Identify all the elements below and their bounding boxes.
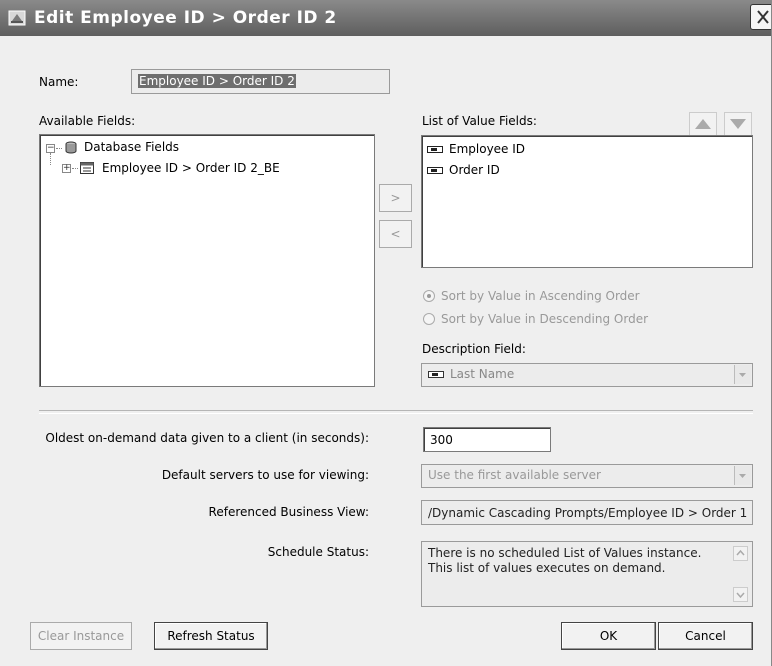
business-view-field[interactable]: /Dynamic Cascading Prompts/Employee ID >… bbox=[421, 500, 753, 525]
schedule-status-field[interactable]: There is no scheduled List of Values ins… bbox=[421, 541, 753, 607]
close-button[interactable] bbox=[750, 4, 771, 30]
schedule-status-label: Schedule Status: bbox=[267, 545, 369, 559]
description-field-select[interactable]: Last Name bbox=[421, 363, 753, 387]
list-item-label: Employee ID bbox=[449, 142, 526, 156]
ok-button[interactable]: OK bbox=[561, 622, 656, 650]
chevron-up-icon bbox=[736, 549, 745, 556]
oldest-data-value: 300 bbox=[430, 433, 453, 447]
tree-item-label: Database Fields bbox=[84, 140, 180, 154]
available-fields-label: Available Fields: bbox=[39, 114, 136, 128]
cancel-button[interactable]: Cancel bbox=[658, 622, 753, 650]
arrow-up-icon bbox=[695, 119, 711, 129]
available-fields-tree[interactable]: − Database Fields + Employee ID > Order … bbox=[39, 134, 375, 387]
table-icon bbox=[80, 162, 94, 174]
scroll-down-button[interactable] bbox=[733, 587, 748, 602]
separator bbox=[39, 410, 753, 414]
title-bar[interactable]: Edit Employee ID > Order ID 2 bbox=[0, 0, 771, 36]
dialog-icon bbox=[8, 10, 26, 26]
default-servers-label: Default servers to use for viewing: bbox=[161, 468, 369, 482]
value-fields-label: List of Value Fields: bbox=[422, 114, 537, 128]
dropdown-button[interactable] bbox=[734, 466, 751, 485]
chevron-down-icon bbox=[739, 373, 746, 377]
database-icon bbox=[65, 141, 77, 154]
schedule-status-value: There is no scheduled List of Values ins… bbox=[428, 546, 702, 575]
default-servers-select[interactable]: Use the first available server bbox=[421, 464, 753, 488]
field-icon bbox=[427, 167, 443, 174]
sort-descending-radio[interactable] bbox=[423, 313, 435, 325]
chevron-down-icon bbox=[736, 592, 745, 599]
chevron-down-icon bbox=[739, 474, 746, 478]
list-item[interactable]: Employee ID bbox=[427, 142, 525, 156]
business-view-value: /Dynamic Cascading Prompts/Employee ID >… bbox=[428, 506, 748, 520]
add-field-button[interactable]: > bbox=[379, 184, 412, 212]
field-icon bbox=[428, 371, 444, 378]
arrow-down-icon bbox=[730, 119, 746, 129]
scroll-up-button[interactable] bbox=[733, 546, 748, 561]
default-servers-value: Use the first available server bbox=[428, 468, 601, 482]
remove-field-button[interactable]: < bbox=[379, 220, 412, 248]
dropdown-button[interactable] bbox=[734, 365, 751, 384]
oldest-data-label: Oldest on-demand data given to a client … bbox=[45, 431, 369, 445]
sort-descending-label: Sort by Value in Descending Order bbox=[441, 312, 649, 326]
move-down-button[interactable] bbox=[724, 112, 752, 136]
description-field-value: Last Name bbox=[450, 367, 515, 381]
sort-ascending-label: Sort by Value in Ascending Order bbox=[441, 289, 640, 303]
list-item-label: Order ID bbox=[449, 163, 500, 177]
tree-item-label: Employee ID > Order ID 2_BE bbox=[102, 161, 280, 175]
field-icon bbox=[427, 146, 443, 153]
close-icon bbox=[757, 10, 769, 24]
refresh-status-button[interactable]: Refresh Status bbox=[154, 622, 268, 650]
edit-dialog: Edit Employee ID > Order ID 2 Name: Empl… bbox=[0, 0, 772, 666]
move-up-button[interactable] bbox=[689, 112, 717, 136]
clear-instance-button[interactable]: Clear Instance bbox=[30, 622, 132, 650]
value-fields-list[interactable]: Employee ID Order ID bbox=[421, 135, 753, 268]
list-item[interactable]: Order ID bbox=[427, 163, 500, 177]
oldest-data-input[interactable]: 300 bbox=[423, 427, 551, 452]
window-title: Edit Employee ID > Order ID 2 bbox=[34, 8, 337, 28]
expand-icon[interactable]: + bbox=[62, 164, 71, 173]
name-field[interactable]: Employee ID > Order ID 2 bbox=[131, 69, 390, 94]
business-view-label: Referenced Business View: bbox=[208, 505, 369, 519]
description-field-label: Description Field: bbox=[422, 342, 526, 356]
collapse-icon[interactable]: − bbox=[46, 144, 55, 153]
name-label: Name: bbox=[39, 75, 79, 89]
name-field-value: Employee ID > Order ID 2 bbox=[138, 74, 296, 88]
sort-ascending-radio[interactable] bbox=[423, 290, 435, 302]
